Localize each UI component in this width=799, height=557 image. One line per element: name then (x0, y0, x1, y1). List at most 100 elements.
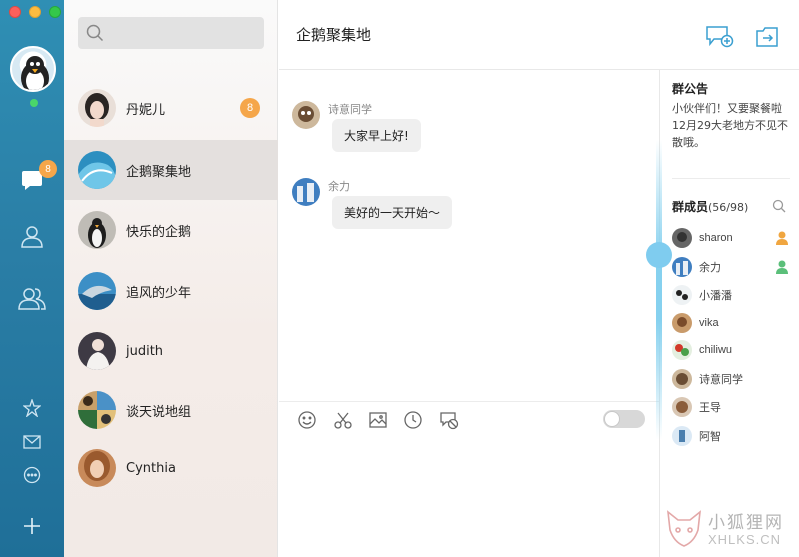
penguin-icon (21, 56, 49, 90)
messages-badge: 8 (39, 160, 57, 178)
conversation-item[interactable]: 快乐的企鹅 (64, 200, 278, 260)
exit-icon (756, 27, 778, 47)
screenshot-button[interactable] (333, 410, 353, 430)
mail-button[interactable] (16, 426, 48, 458)
avatar (78, 151, 116, 189)
schedule-button[interactable] (403, 410, 423, 430)
avatar (78, 211, 116, 249)
avatar (672, 426, 692, 446)
more-icon (23, 466, 41, 484)
minimize-window-button[interactable] (29, 6, 41, 18)
member-name: chiliwu (699, 344, 733, 356)
member-item[interactable]: 小潘潘 (672, 284, 792, 306)
member-name: 王导 (699, 402, 721, 414)
message-bubble[interactable]: 大家早上好! (332, 119, 421, 152)
image-icon (369, 412, 387, 428)
members-title: 群成员 (672, 200, 709, 214)
member-item[interactable]: chiliwu (672, 339, 792, 361)
conversation-name: 丹妮儿 (126, 102, 166, 118)
history-button[interactable] (439, 410, 459, 430)
owner-icon (776, 231, 788, 245)
member-name: 阿智 (699, 431, 721, 443)
clock-icon (404, 411, 422, 429)
avatar (672, 313, 692, 333)
close-window-button[interactable] (9, 6, 21, 18)
groups-tab[interactable] (16, 282, 48, 314)
avatar (672, 257, 692, 277)
search-input[interactable] (110, 26, 260, 40)
group-icon (18, 288, 46, 310)
new-chat-button[interactable] (705, 24, 735, 50)
watermark-text: 小狐狸网 (708, 513, 784, 533)
chat-area: 企鹅聚集地 诗意同学 大家早上好! 余力 美好的一天开始～ (279, 0, 799, 557)
conversation-item[interactable]: 谈天说地组 (64, 380, 278, 440)
toggle-knob (604, 411, 620, 427)
star-icon (23, 399, 41, 417)
member-item[interactable]: 王导 (672, 396, 792, 418)
conversation-item[interactable]: 丹妮儿 8 (64, 78, 278, 138)
conversation-item[interactable]: 追风的少年 (64, 261, 278, 321)
avatar (672, 228, 692, 248)
avatar (78, 449, 116, 487)
more-button[interactable] (16, 459, 48, 491)
avatar (78, 391, 116, 429)
panel-accent-strip (656, 140, 662, 440)
unread-badge: 8 (240, 98, 260, 118)
avatar (672, 285, 692, 305)
mail-icon (23, 435, 41, 449)
avatar (672, 369, 692, 389)
chat-title: 企鹅聚集地 (296, 26, 372, 44)
voice-toggle[interactable] (603, 410, 645, 428)
exit-group-button[interactable] (755, 24, 785, 50)
conversation-name: 企鹅聚集地 (126, 164, 192, 180)
conversation-item[interactable]: Cynthia (64, 438, 278, 498)
add-button[interactable] (16, 510, 48, 542)
image-button[interactable] (368, 410, 388, 430)
conversation-name: 快乐的企鹅 (126, 224, 192, 240)
search-box[interactable] (78, 17, 264, 49)
message-bubble[interactable]: 美好的一天开始～ (332, 196, 453, 229)
emoji-icon (298, 411, 316, 429)
conversation-name: 谈天说地组 (126, 404, 192, 420)
contacts-tab[interactable] (16, 220, 48, 252)
member-name: sharon (699, 232, 733, 244)
history-icon (440, 412, 459, 430)
members-header: 群成员(56/98) (672, 198, 748, 215)
panel-drag-handle[interactable] (646, 242, 672, 268)
member-item[interactable]: sharon (672, 227, 792, 249)
user-avatar[interactable] (10, 46, 56, 92)
member-name: 余力 (699, 262, 721, 274)
member-name: 诗意同学 (699, 374, 743, 386)
conversation-name: judith (126, 343, 164, 359)
message-sender: 诗意同学 (328, 103, 372, 116)
plus-icon (24, 518, 40, 534)
member-name: vika (699, 317, 719, 329)
member-name: 小潘潘 (699, 290, 732, 302)
member-item[interactable]: 诗意同学 (672, 368, 792, 390)
new-chat-icon (706, 26, 734, 48)
contact-icon (21, 226, 43, 248)
group-info-panel: 群公告 小伙伴们！又要聚餐啦12月29大老地方不见不散哦。 群成员(56/98)… (646, 70, 799, 557)
announcement-title: 群公告 (672, 82, 709, 96)
member-item[interactable]: 阿智 (672, 425, 792, 447)
watermark-subtext: XHLKS.CN (708, 532, 782, 547)
favorites-button[interactable] (16, 392, 48, 424)
search-icon (86, 24, 104, 42)
emoji-button[interactable] (297, 410, 317, 430)
avatar (672, 397, 692, 417)
avatar (672, 340, 692, 360)
avatar (78, 272, 116, 310)
member-item[interactable]: vika (672, 312, 792, 334)
announcement-text: 小伙伴们！又要聚餐啦12月29大老地方不见不散哦。 (672, 102, 788, 149)
conversation-name: Cynthia (126, 460, 176, 476)
message-sender: 余力 (328, 180, 350, 193)
maximize-window-button[interactable] (49, 6, 61, 18)
input-toolbar (279, 401, 659, 435)
fox-logo-icon (666, 510, 702, 547)
conversation-item[interactable]: 企鹅聚集地 (64, 140, 278, 200)
member-item[interactable]: 余力 (672, 256, 792, 278)
conversation-item[interactable]: judith (64, 321, 278, 381)
avatar (78, 332, 116, 370)
left-rail: 8 (0, 0, 64, 557)
member-search-icon[interactable] (772, 199, 786, 213)
